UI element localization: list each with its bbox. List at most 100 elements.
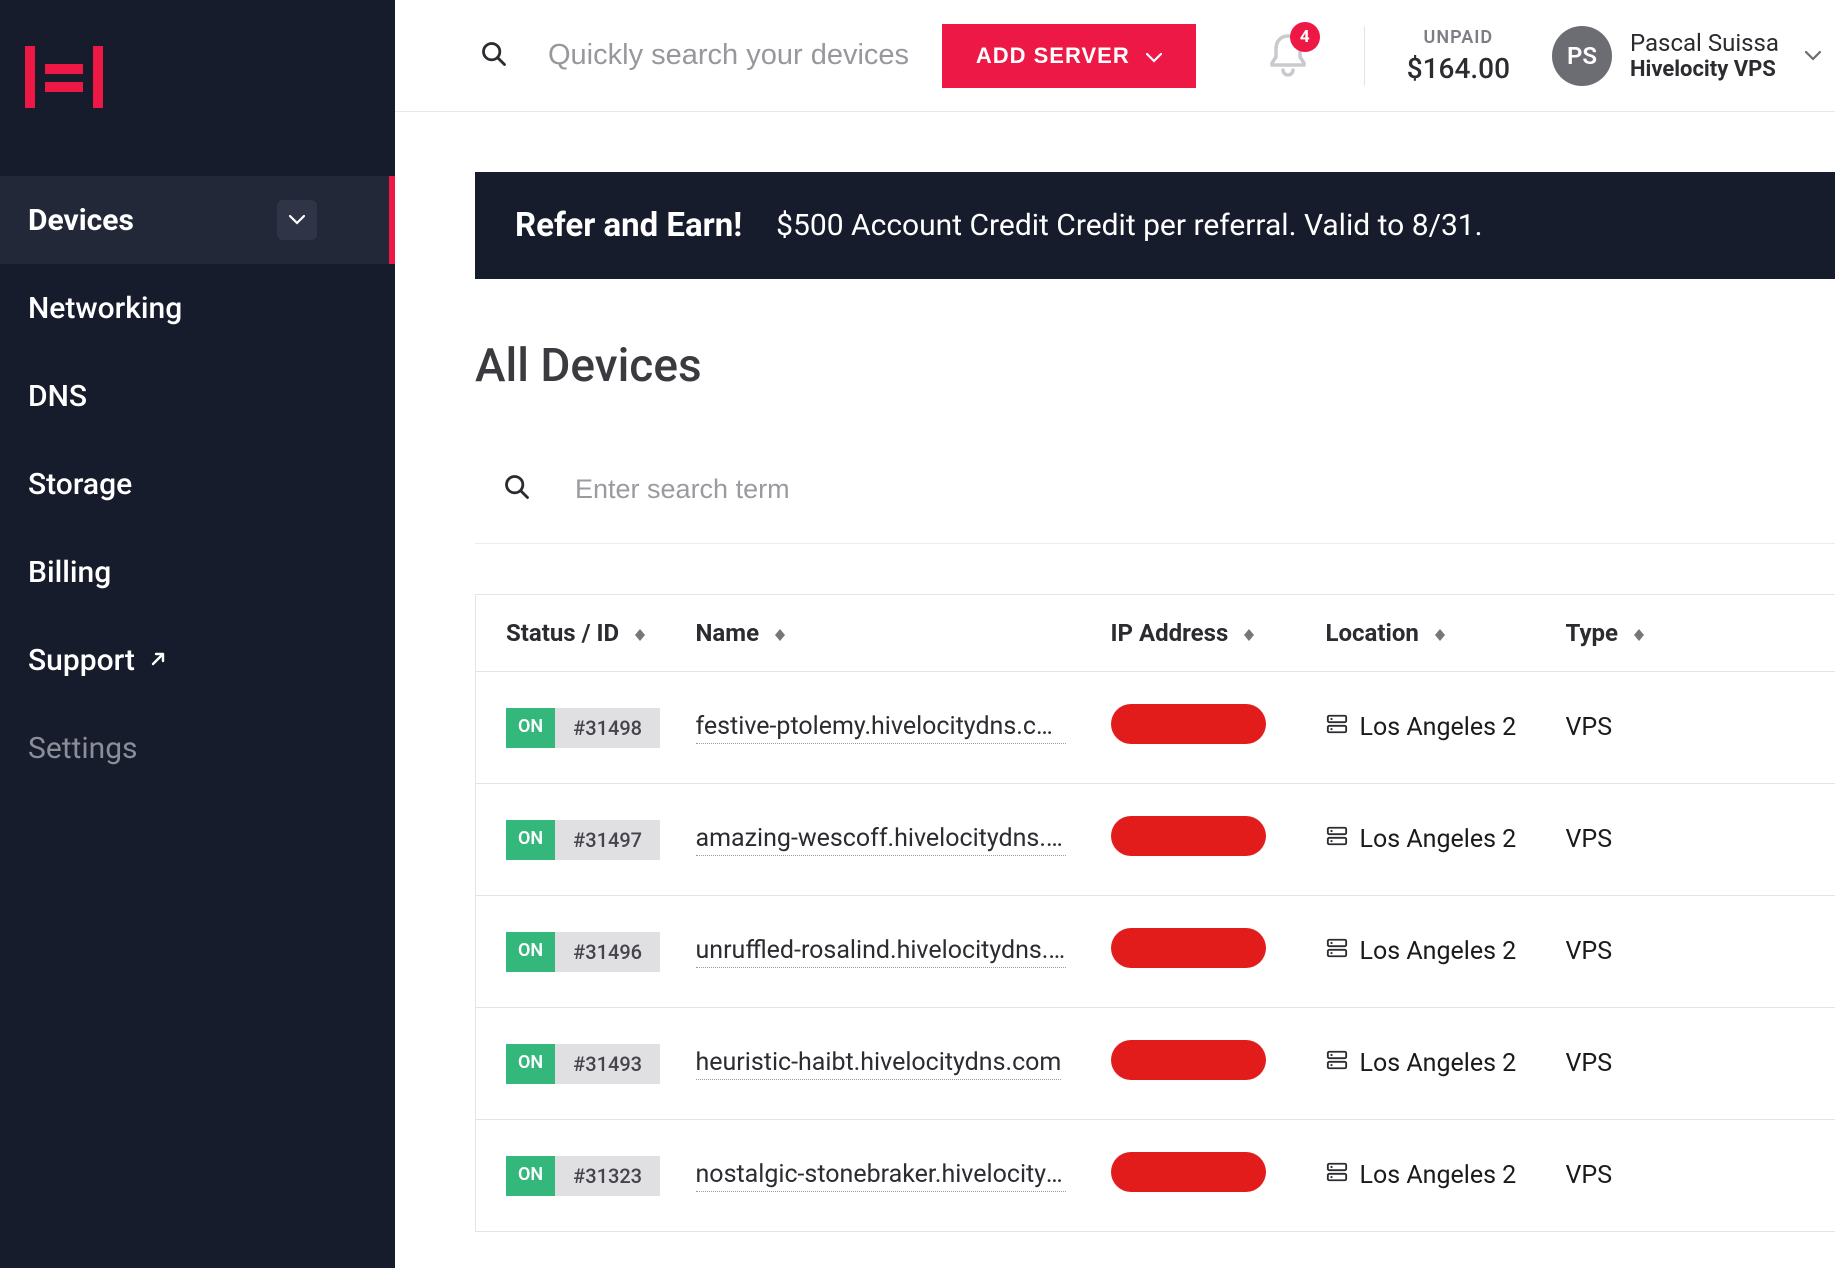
device-type: VPS xyxy=(1566,713,1613,742)
server-icon xyxy=(1326,713,1348,742)
sidebar-item-label: Settings xyxy=(28,731,138,766)
notifications-button[interactable]: 4 xyxy=(1266,30,1310,82)
cell-status: ON#31323 xyxy=(476,1120,686,1232)
sidebar-item-label: Storage xyxy=(28,467,132,502)
table-search xyxy=(475,473,1835,544)
user-menu[interactable]: PS Pascal Suissa Hivelocity VPS xyxy=(1542,26,1821,86)
brand-logo[interactable] xyxy=(0,0,395,176)
cell-status: ON#31497 xyxy=(476,784,686,896)
col-name[interactable]: Name xyxy=(686,595,1101,672)
content: Refer and Earn! $500 Account Credit Cred… xyxy=(395,112,1835,1232)
referral-banner[interactable]: Refer and Earn! $500 Account Credit Cred… xyxy=(475,172,1835,279)
table-row[interactable]: ON#31498 festive-ptolemy.hivelocitydns.co… xyxy=(476,672,1835,784)
sidebar-item-support[interactable]: Support xyxy=(0,616,395,704)
cell-ip xyxy=(1101,1008,1316,1120)
server-icon xyxy=(1326,825,1348,854)
col-type[interactable]: Type xyxy=(1556,595,1835,672)
col-ip[interactable]: IP Address xyxy=(1101,595,1316,672)
device-name-link[interactable]: amazing-wescoff.hivelocitydns.com xyxy=(696,824,1066,856)
chevron-down-icon xyxy=(1146,43,1162,69)
ip-redacted[interactable] xyxy=(1111,1040,1266,1080)
device-type: VPS xyxy=(1566,1049,1613,1078)
cell-type: VPS xyxy=(1556,672,1835,784)
ip-redacted[interactable] xyxy=(1111,704,1266,744)
device-id: #31496 xyxy=(555,932,660,972)
location-text: Los Angeles 2 xyxy=(1360,1161,1517,1190)
sidebar-nav: Devices Networking DNS Storage Billing S… xyxy=(0,176,395,792)
ip-redacted[interactable] xyxy=(1111,928,1266,968)
device-id: #31493 xyxy=(555,1044,660,1084)
global-search-input[interactable] xyxy=(548,39,908,72)
cell-status: ON#31493 xyxy=(476,1008,686,1120)
device-type: VPS xyxy=(1566,825,1613,854)
device-name-link[interactable]: festive-ptolemy.hivelocitydns.com xyxy=(696,712,1066,744)
cell-ip xyxy=(1101,784,1316,896)
banner-body: $500 Account Credit Credit per referral.… xyxy=(776,208,1482,243)
external-link-icon xyxy=(147,643,169,678)
cell-ip xyxy=(1101,896,1316,1008)
cell-name: heuristic-haibt.hivelocitydns.com xyxy=(686,1008,1101,1120)
col-status[interactable]: Status / ID xyxy=(476,595,686,672)
cell-ip xyxy=(1101,672,1316,784)
avatar: PS xyxy=(1552,26,1612,86)
user-name: Pascal Suissa xyxy=(1630,29,1779,57)
sidebar-item-label: DNS xyxy=(28,379,87,414)
cell-status: ON#31498 xyxy=(476,672,686,784)
sidebar-item-settings[interactable]: Settings xyxy=(0,704,395,792)
table-search-input[interactable] xyxy=(575,474,975,505)
table-row[interactable]: ON#31493 heuristic-haibt.hivelocitydns.co… xyxy=(476,1008,1835,1120)
location-text: Los Angeles 2 xyxy=(1360,825,1517,854)
ip-redacted[interactable] xyxy=(1111,1152,1266,1192)
table-header-row: Status / ID Name IP xyxy=(476,595,1835,672)
cell-name: festive-ptolemy.hivelocitydns.com xyxy=(686,672,1101,784)
bell-icon xyxy=(1266,63,1310,82)
sidebar-item-devices[interactable]: Devices xyxy=(0,176,395,264)
device-name-link[interactable]: unruffled-rosalind.hivelocitydns.c… xyxy=(696,936,1066,968)
status-pill[interactable]: ON#31493 xyxy=(506,1044,660,1084)
cell-status: ON#31496 xyxy=(476,896,686,1008)
col-location[interactable]: Location xyxy=(1316,595,1556,672)
cell-ip xyxy=(1101,1120,1316,1232)
main-area: ADD SERVER 4 UNPAID $164.00 PS Pascal Su… xyxy=(395,0,1835,1268)
status-pill[interactable]: ON#31323 xyxy=(506,1156,660,1196)
user-text: Pascal Suissa Hivelocity VPS xyxy=(1630,29,1779,82)
ip-redacted[interactable] xyxy=(1111,816,1266,856)
table-row[interactable]: ON#31496 unruffled-rosalind.hivelocitydns… xyxy=(476,896,1835,1008)
sort-icon xyxy=(775,629,785,641)
status-pill[interactable]: ON#31498 xyxy=(506,708,660,748)
table-row[interactable]: ON#31323 nostalgic-stonebraker.hivelocity… xyxy=(476,1120,1835,1232)
sort-icon xyxy=(1244,629,1254,641)
device-name-link[interactable]: heuristic-haibt.hivelocitydns.com xyxy=(696,1048,1062,1080)
sidebar-item-storage[interactable]: Storage xyxy=(0,440,395,528)
cell-location: Los Angeles 2 xyxy=(1316,672,1556,784)
add-server-button[interactable]: ADD SERVER xyxy=(942,24,1196,88)
cell-location: Los Angeles 2 xyxy=(1316,896,1556,1008)
server-icon xyxy=(1326,1161,1348,1190)
sidebar-item-networking[interactable]: Networking xyxy=(0,264,395,352)
chevron-down-icon[interactable] xyxy=(277,200,317,240)
banner-title: Refer and Earn! xyxy=(515,206,742,245)
sidebar-item-billing[interactable]: Billing xyxy=(0,528,395,616)
cell-name: amazing-wescoff.hivelocitydns.com xyxy=(686,784,1101,896)
status-pill[interactable]: ON#31497 xyxy=(506,820,660,860)
add-server-button-label: ADD SERVER xyxy=(976,43,1130,69)
unpaid-balance[interactable]: UNPAID $164.00 xyxy=(1375,27,1542,85)
status-pill[interactable]: ON#31496 xyxy=(506,932,660,972)
cell-location: Los Angeles 2 xyxy=(1316,784,1556,896)
status-state: ON xyxy=(506,1156,555,1196)
sidebar-item-label: Billing xyxy=(28,555,111,590)
search-icon[interactable] xyxy=(480,40,508,72)
unpaid-amount: $164.00 xyxy=(1407,52,1510,85)
chevron-down-icon xyxy=(1805,46,1821,65)
sidebar-item-label: Networking xyxy=(28,291,182,326)
sidebar-item-dns[interactable]: DNS xyxy=(0,352,395,440)
search-icon[interactable] xyxy=(503,473,531,505)
sidebar-item-label: Devices xyxy=(28,203,134,238)
status-state: ON xyxy=(506,820,555,860)
cell-name: nostalgic-stonebraker.hivelocityd… xyxy=(686,1120,1101,1232)
device-id: #31498 xyxy=(555,708,660,748)
device-type: VPS xyxy=(1566,1161,1613,1190)
status-state: ON xyxy=(506,1044,555,1084)
device-name-link[interactable]: nostalgic-stonebraker.hivelocityd… xyxy=(696,1160,1066,1192)
table-row[interactable]: ON#31497 amazing-wescoff.hivelocitydns.co… xyxy=(476,784,1835,896)
